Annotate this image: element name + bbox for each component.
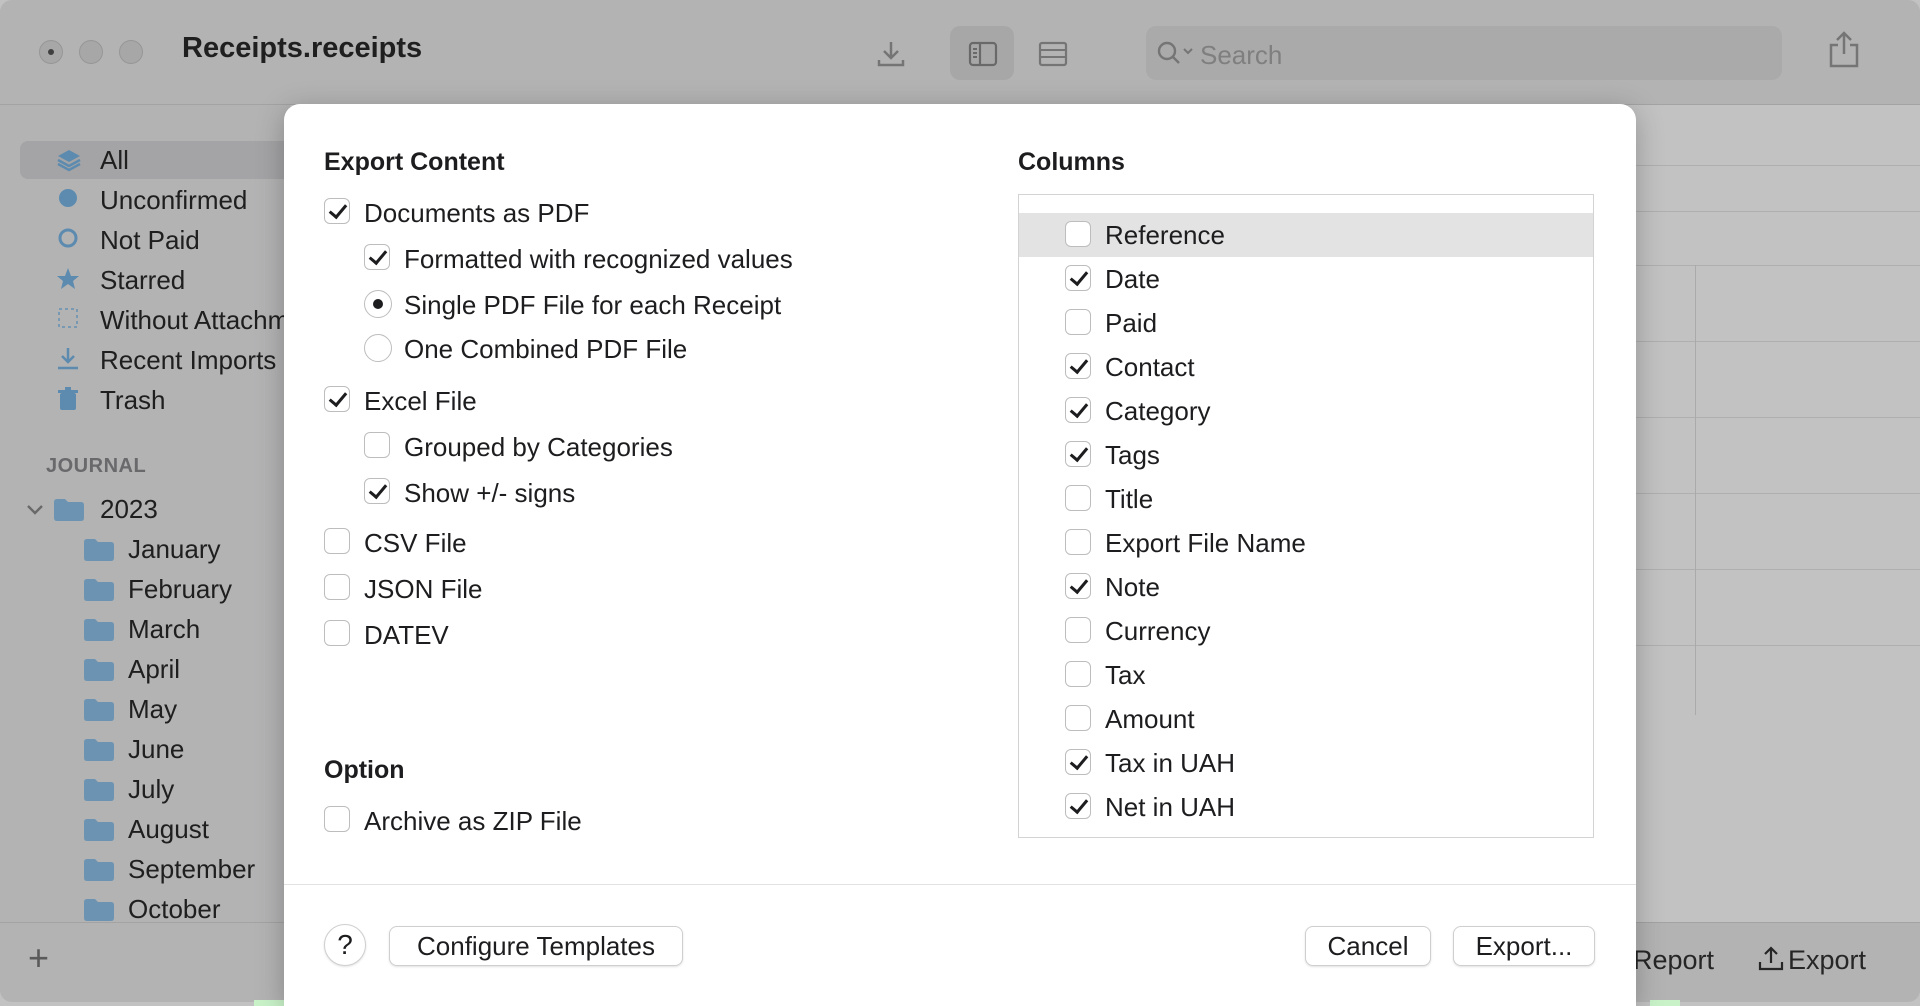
- column-option-row[interactable]: Reference: [1019, 213, 1593, 257]
- checkbox[interactable]: [324, 198, 350, 224]
- option-title: Option: [324, 756, 405, 784]
- checkbox[interactable]: [324, 528, 350, 554]
- checkbox[interactable]: [324, 574, 350, 600]
- checkbox[interactable]: [1065, 705, 1091, 731]
- checkbox[interactable]: [1065, 309, 1091, 335]
- column-option-row[interactable]: Tax in UAH: [1019, 741, 1593, 785]
- checkbox-label: Grouped by Categories: [404, 432, 673, 462]
- checkbox-label: JSON File: [364, 574, 483, 604]
- column-option-row[interactable]: Tax: [1019, 653, 1593, 697]
- checkbox[interactable]: [1065, 441, 1091, 467]
- export-content-title: Export Content: [324, 148, 505, 176]
- radio-button[interactable]: [364, 290, 392, 318]
- column-option-label: Date: [1105, 264, 1160, 294]
- radio-label: One Combined PDF File: [404, 334, 688, 364]
- export-confirm-button[interactable]: Export...: [1453, 926, 1595, 966]
- columns-list[interactable]: Reference Date Paid Contact Category Tags Titl…: [1018, 194, 1594, 838]
- dialog-divider: [284, 884, 1636, 885]
- column-option-row[interactable]: Note: [1019, 565, 1593, 609]
- column-option-row[interactable]: Category: [1019, 389, 1593, 433]
- configure-templates-button[interactable]: Configure Templates: [389, 926, 683, 966]
- column-option-label: Tags: [1105, 440, 1160, 470]
- column-option-label: Paid: [1105, 308, 1158, 338]
- checkbox[interactable]: [1065, 793, 1091, 819]
- column-option-row[interactable]: Paid: [1019, 301, 1593, 345]
- checkbox-label: Documents as PDF: [364, 198, 590, 228]
- checkbox[interactable]: [324, 806, 350, 832]
- checkbox[interactable]: [1065, 661, 1091, 687]
- checkbox[interactable]: [1065, 397, 1091, 423]
- column-option-label: Note: [1105, 572, 1160, 602]
- column-option-row[interactable]: Title: [1019, 477, 1593, 521]
- checkbox-label: Archive as ZIP File: [364, 806, 582, 836]
- checkbox[interactable]: [1065, 221, 1091, 247]
- column-option-row[interactable]: Date: [1019, 257, 1593, 301]
- checkbox[interactable]: [324, 620, 350, 646]
- checkbox[interactable]: [364, 244, 390, 270]
- column-option-label: Export File Name: [1105, 528, 1306, 558]
- checkbox[interactable]: [364, 432, 390, 458]
- checkbox[interactable]: [364, 478, 390, 504]
- column-option-label: Net in UAH: [1105, 792, 1236, 822]
- checkbox[interactable]: [1065, 573, 1091, 599]
- columns-title: Columns: [1018, 148, 1125, 176]
- checkbox[interactable]: [1065, 485, 1091, 511]
- column-option-label: Currency: [1105, 616, 1211, 646]
- radio-button[interactable]: [364, 334, 392, 362]
- column-option-label: Tax: [1105, 660, 1146, 690]
- checkbox[interactable]: [1065, 749, 1091, 775]
- cancel-button[interactable]: Cancel: [1305, 926, 1431, 966]
- checkbox[interactable]: [1065, 265, 1091, 291]
- checkbox[interactable]: [324, 386, 350, 412]
- checkbox-label: Formatted with recognized values: [404, 244, 793, 274]
- checkbox-label: CSV File: [364, 528, 467, 558]
- checkbox-label: DATEV: [364, 620, 449, 650]
- column-option-label: Category: [1105, 396, 1211, 426]
- column-option-row[interactable]: Export File Name: [1019, 521, 1593, 565]
- column-option-label: Amount: [1105, 704, 1195, 734]
- column-option-row[interactable]: Contact: [1019, 345, 1593, 389]
- column-option-row[interactable]: Amount: [1019, 697, 1593, 741]
- checkbox-label: Show +/- signs: [404, 478, 576, 508]
- column-option-label: Contact: [1105, 352, 1195, 382]
- column-option-label: Title: [1105, 484, 1154, 514]
- help-button[interactable]: ?: [324, 924, 366, 966]
- checkbox[interactable]: [1065, 529, 1091, 555]
- column-option-row[interactable]: Currency: [1019, 609, 1593, 653]
- checkbox[interactable]: [1065, 617, 1091, 643]
- export-dialog: Export Content Documents as PDF Formatte…: [284, 104, 1636, 1006]
- checkbox-label: Excel File: [364, 386, 477, 416]
- checkbox[interactable]: [1065, 353, 1091, 379]
- column-option-label: Reference: [1105, 220, 1225, 250]
- column-option-label: Tax in UAH: [1105, 748, 1236, 778]
- radio-label: Single PDF File for each Receipt: [404, 290, 782, 320]
- background-mark: [254, 1000, 284, 1006]
- column-option-row[interactable]: Tags: [1019, 433, 1593, 477]
- column-option-row[interactable]: Net in UAH: [1019, 785, 1593, 829]
- background-mark: [1650, 1000, 1680, 1006]
